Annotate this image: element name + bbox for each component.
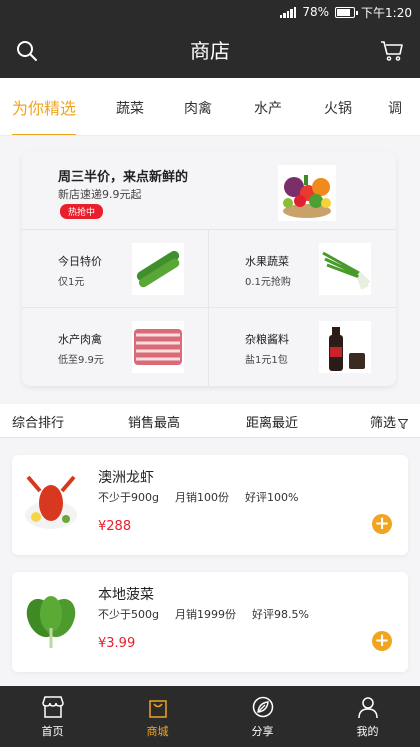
tab-meat[interactable]: 肉禽 xyxy=(184,78,212,135)
product-name: 澳洲龙虾 xyxy=(98,470,154,486)
product-meta: 不少于900g 月销100份 好评100% xyxy=(98,489,314,505)
deal-subtitle: 0.1元抢购 xyxy=(245,277,291,288)
user-icon xyxy=(357,697,378,719)
category-tabs: 为你精选 蔬菜 肉禽 水产 火锅 调 xyxy=(0,78,420,136)
tab-hotpot[interactable]: 火锅 xyxy=(324,78,352,135)
product-monthly-sales: 月销1999份 xyxy=(174,608,236,621)
nav-share[interactable]: 分享 xyxy=(210,686,315,747)
promo-banner[interactable]: 周三半价，来点新鲜的 新店速递9.9元起 热抢中 xyxy=(22,152,396,230)
deal-title: 杂粮酱料 xyxy=(245,333,289,346)
lobster-image xyxy=(22,471,80,539)
deal-cell-grains-sauce[interactable]: 杂粮酱料 盐1元1包 xyxy=(209,308,396,386)
product-price: ¥3.99 xyxy=(98,636,136,651)
product-name: 本地菠菜 xyxy=(98,587,154,603)
deal-subtitle: 盐1元1包 xyxy=(245,355,288,366)
promo-card: 周三半价，来点新鲜的 新店速递9.9元起 热抢中 今日特价 仅1元 水果蔬菜 0… xyxy=(22,152,396,386)
product-rating: 好评98.5% xyxy=(251,608,309,621)
signal-icon xyxy=(279,6,297,18)
nav-profile[interactable]: 我的 xyxy=(315,686,420,747)
spinach-image xyxy=(22,588,80,656)
deal-subtitle: 仅1元 xyxy=(58,277,85,288)
nav-mall[interactable]: 商城 xyxy=(105,686,210,747)
bottom-nav: 首页 商城 分享 我的 xyxy=(0,686,420,747)
product-card[interactable]: 澳洲龙虾 不少于900g 月销100份 好评100% ¥288 + xyxy=(12,455,408,555)
deal-title: 今日特价 xyxy=(58,255,102,268)
deal-cell-daily-special[interactable]: 今日特价 仅1元 xyxy=(22,230,209,308)
product-rating: 好评100% xyxy=(244,491,299,504)
product-min-weight: 不少于900g xyxy=(98,491,159,504)
nav-home[interactable]: 首页 xyxy=(0,686,105,747)
sort-distance[interactable]: 距离最近 xyxy=(246,412,298,431)
pork-belly-image xyxy=(132,321,184,373)
cart-icon[interactable] xyxy=(380,40,404,62)
cucumber-image xyxy=(132,243,184,295)
share-leaf-icon xyxy=(252,696,273,718)
filter-button[interactable]: 筛选 xyxy=(370,412,409,431)
app-header: 商店 xyxy=(0,24,420,78)
battery-percent: 78% xyxy=(302,5,330,19)
storefront-icon xyxy=(41,696,64,718)
deal-title: 水果蔬菜 xyxy=(245,255,289,268)
sort-bar: 综合排行 销售最高 距离最近 筛选 xyxy=(0,404,420,438)
sort-sales[interactable]: 销售最高 xyxy=(128,412,180,431)
product-meta: 不少于500g 月销1999份 好评98.5% xyxy=(98,606,325,622)
page-title: 商店 xyxy=(190,39,230,63)
clock: 下午1:20 xyxy=(361,5,412,20)
product-monthly-sales: 月销100份 xyxy=(174,491,229,504)
deal-cell-seafood-meat[interactable]: 水产肉禽 低至9.9元 xyxy=(22,308,209,386)
scallion-image xyxy=(319,243,371,295)
product-price: ¥288 xyxy=(98,519,132,534)
deal-title: 水产肉禽 xyxy=(58,333,102,346)
promo-headline: 周三半价，来点新鲜的 xyxy=(58,170,189,185)
product-min-weight: 不少于500g xyxy=(98,608,159,621)
deal-cell-fruit-veg[interactable]: 水果蔬菜 0.1元抢购 xyxy=(209,230,396,308)
tab-vegetables[interactable]: 蔬菜 xyxy=(116,78,144,135)
deal-subtitle: 低至9.9元 xyxy=(58,355,104,366)
add-to-cart-button[interactable]: + xyxy=(372,514,392,534)
soy-sauce-image xyxy=(319,321,371,373)
filter-icon xyxy=(398,418,409,429)
status-bar: 78% 下午1:20 xyxy=(0,0,420,24)
hot-badge: 热抢中 xyxy=(60,204,104,219)
product-card[interactable]: 本地菠菜 不少于500g 月销1999份 好评98.5% ¥3.99 + xyxy=(12,572,408,672)
vegetable-basket-image xyxy=(278,165,336,221)
nav-label: 首页 xyxy=(41,725,64,738)
promo-subline: 新店速递9.9元起 xyxy=(58,188,142,201)
add-to-cart-button[interactable]: + xyxy=(372,631,392,651)
tab-featured[interactable]: 为你精选 xyxy=(12,78,77,135)
nav-label: 商城 xyxy=(146,725,169,738)
shopping-bag-icon xyxy=(148,700,167,718)
nav-label: 分享 xyxy=(251,725,274,738)
sort-comprehensive[interactable]: 综合排行 xyxy=(12,412,64,431)
nav-label: 我的 xyxy=(356,725,379,738)
battery-icon xyxy=(335,6,359,18)
tab-seafood[interactable]: 水产 xyxy=(254,78,282,135)
filter-label: 筛选 xyxy=(370,416,397,431)
tab-seasoning[interactable]: 调 xyxy=(388,78,402,135)
